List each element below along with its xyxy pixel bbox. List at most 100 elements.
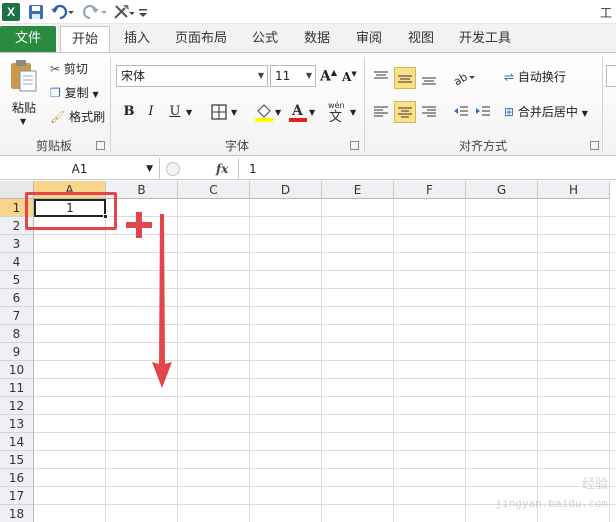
merge-center-button[interactable]: ⊞ 合并后居中 ▼ xyxy=(504,102,588,122)
font-name-select[interactable]: 宋体 ▼ xyxy=(116,65,268,87)
align-bottom-button[interactable] xyxy=(418,67,440,89)
svg-text:A: A xyxy=(291,103,304,119)
align-left-button[interactable] xyxy=(370,101,392,123)
font-size-select[interactable]: 11 ▼ xyxy=(270,65,316,87)
align-bottom-icon xyxy=(422,77,436,85)
cut-button[interactable]: ✂ 剪切 xyxy=(50,59,88,79)
excel-logo-icon: X xyxy=(2,3,20,21)
phonetic-guide-icon[interactable]: wén 文 xyxy=(326,99,352,126)
underline-button[interactable]: U xyxy=(164,101,186,123)
tab-developer[interactable]: 开发工具 xyxy=(452,26,518,52)
chevron-down-icon[interactable]: ▼ xyxy=(231,108,237,117)
row-header-11[interactable]: 11 xyxy=(0,379,34,397)
increase-font-icon[interactable]: A▲ xyxy=(320,67,337,85)
alignment-dialog-launcher-icon[interactable] xyxy=(590,141,599,150)
redo-icon[interactable] xyxy=(82,3,108,21)
format-painter-button[interactable]: 🖌 格式刷 xyxy=(50,107,105,127)
row-header-13[interactable]: 13 xyxy=(0,415,34,433)
chevron-down-icon: ▼ xyxy=(305,71,312,80)
row-header-3[interactable]: 3 xyxy=(0,235,34,253)
clipboard-group-label: 剪贴板 xyxy=(35,139,72,153)
insert-function-icon[interactable]: fx xyxy=(216,158,228,180)
row-header-12[interactable]: 12 xyxy=(0,397,34,415)
row-header-9[interactable]: 9 xyxy=(0,343,34,361)
column-header-d[interactable]: D xyxy=(250,181,322,199)
number-format-select[interactable] xyxy=(606,65,616,87)
name-box[interactable]: A1 ▼ xyxy=(0,158,160,180)
tools-icon[interactable] xyxy=(112,3,135,21)
align-middle-button[interactable] xyxy=(394,67,416,89)
decrease-font-icon[interactable]: A▼ xyxy=(342,69,357,84)
row-header-14[interactable]: 14 xyxy=(0,433,34,451)
row-header-5[interactable]: 5 xyxy=(0,271,34,289)
increase-indent-icon xyxy=(476,106,490,116)
align-center-button[interactable] xyxy=(394,101,416,123)
row-header-18[interactable]: 18 xyxy=(0,505,34,522)
align-right-icon xyxy=(422,106,436,117)
cell-area[interactable] xyxy=(34,199,616,522)
tab-view[interactable]: 视图 xyxy=(400,26,442,52)
chevron-down-icon[interactable]: ▼ xyxy=(186,108,192,117)
row-header-10[interactable]: 10 xyxy=(0,361,34,379)
font-color-icon[interactable]: A xyxy=(288,101,308,126)
fill-color-icon[interactable] xyxy=(254,101,274,126)
row-header-7[interactable]: 7 xyxy=(0,307,34,325)
wrap-text-button[interactable]: ⇌ 自动换行 xyxy=(504,67,566,87)
tab-formulas[interactable]: 公式 xyxy=(244,26,286,52)
row-header-15[interactable]: 15 xyxy=(0,451,34,469)
chevron-down-icon[interactable]: ▼ xyxy=(309,108,315,117)
formula-input[interactable]: 1 xyxy=(238,158,616,180)
column-header-f[interactable]: F xyxy=(394,181,466,199)
formula-bar-splitter[interactable] xyxy=(166,162,180,176)
column-header-c[interactable]: C xyxy=(178,181,250,199)
chevron-down-icon: ▼ xyxy=(257,71,264,80)
row-header-4[interactable]: 4 xyxy=(0,253,34,271)
column-header-e[interactable]: E xyxy=(322,181,394,199)
bold-button[interactable]: B xyxy=(118,101,140,123)
align-middle-icon xyxy=(398,75,412,83)
tab-page-layout[interactable]: 页面布局 xyxy=(168,26,234,52)
paste-button[interactable]: 粘贴 ▼ xyxy=(6,57,42,133)
tab-home[interactable]: 开始 xyxy=(60,26,110,52)
watermark-url: jingyan.baidu.com xyxy=(495,497,608,510)
chevron-down-icon: ▼ xyxy=(92,90,99,99)
worksheet-grid: ABCDEFGH 1 2 3 4 5 6 7 8 9 10 11 12 13 14 15 16 17 18 1 xyxy=(0,181,616,522)
tab-data[interactable]: 数据 xyxy=(296,26,338,52)
align-top-button[interactable] xyxy=(370,67,392,89)
borders-icon[interactable] xyxy=(210,103,228,124)
chevron-down-icon[interactable]: ▼ xyxy=(275,108,281,117)
row-header-16[interactable]: 16 xyxy=(0,469,34,487)
orientation-button[interactable]: ab xyxy=(450,67,478,89)
scissors-icon: ✂ xyxy=(50,62,61,76)
italic-button[interactable]: I xyxy=(140,101,162,123)
chevron-down-icon[interactable]: ▼ xyxy=(350,108,356,117)
decrease-indent-icon xyxy=(454,106,468,116)
save-icon[interactable] xyxy=(28,3,44,21)
wrap-text-icon: ⇌ xyxy=(504,70,515,84)
increase-indent-button[interactable] xyxy=(472,101,494,123)
column-header-h[interactable]: H xyxy=(538,181,610,199)
decrease-indent-button[interactable] xyxy=(450,101,472,123)
name-box-value: A1 xyxy=(71,162,88,176)
svg-text:文: 文 xyxy=(329,110,342,123)
watermark-text: 经验 xyxy=(581,477,608,492)
row-header-8[interactable]: 8 xyxy=(0,325,34,343)
tab-review[interactable]: 审阅 xyxy=(348,26,390,52)
font-dialog-launcher-icon[interactable] xyxy=(350,141,359,150)
customize-toolbar-icon[interactable] xyxy=(138,3,148,21)
align-right-button[interactable] xyxy=(418,101,440,123)
clipboard-dialog-launcher-icon[interactable] xyxy=(96,141,105,150)
column-header-g[interactable]: G xyxy=(466,181,538,199)
svg-text:wén: wén xyxy=(328,100,345,110)
chevron-down-icon: ▼ xyxy=(20,117,27,126)
row-header-6[interactable]: 6 xyxy=(0,289,34,307)
tab-file[interactable]: 文件 xyxy=(0,26,56,52)
window-title: 工 xyxy=(599,6,612,20)
copy-button[interactable]: ❐ 复制 ▼ xyxy=(50,83,99,103)
chevron-down-icon: ▼ xyxy=(146,164,153,174)
tab-insert[interactable]: 插入 xyxy=(116,26,158,52)
undo-icon[interactable] xyxy=(50,3,76,21)
row-header-17[interactable]: 17 xyxy=(0,487,34,505)
wrap-text-label: 自动换行 xyxy=(517,70,566,84)
ribbon-tabs: 文件 开始 插入 页面布局 公式 数据 审阅 视图 开发工具 xyxy=(0,24,616,52)
